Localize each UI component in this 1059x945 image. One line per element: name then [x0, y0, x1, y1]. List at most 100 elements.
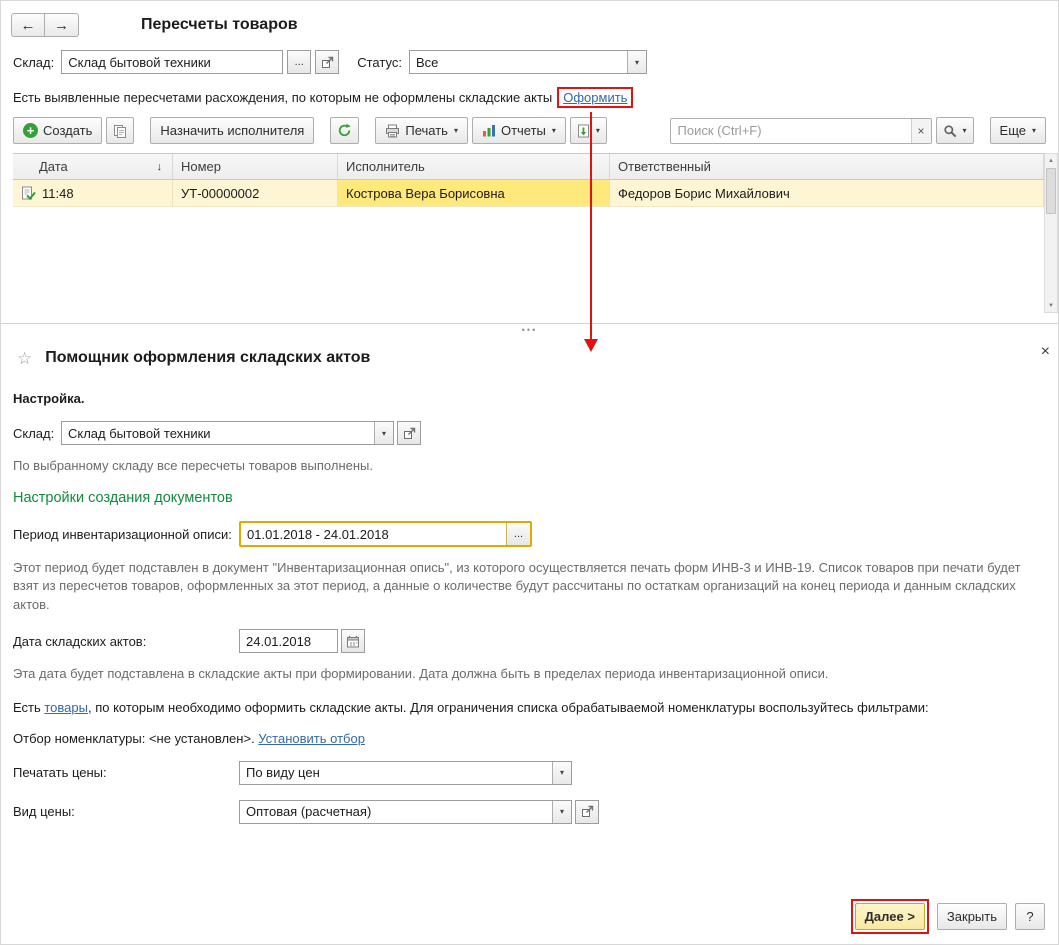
- nav-history-group: ← →: [11, 13, 79, 37]
- scroll-thumb[interactable]: [1046, 168, 1056, 214]
- cell-executor[interactable]: Кострова Вера Борисовна: [338, 180, 610, 206]
- oformit-link[interactable]: Оформить: [563, 90, 627, 105]
- search-box: ×: [669, 117, 932, 144]
- reports-label: Отчеты: [500, 123, 546, 138]
- search-icon: [943, 124, 956, 137]
- printer-icon: [386, 124, 400, 137]
- warehouse-open-button[interactable]: [315, 50, 340, 74]
- scroll-up-icon[interactable]: ▲: [1045, 154, 1057, 167]
- chevron-down-icon: ▾: [551, 126, 556, 135]
- chevron-down-icon: ▾: [453, 126, 458, 135]
- status-filter-select[interactable]: Все ▾: [408, 50, 647, 74]
- cell-number[interactable]: УТ-00000002: [173, 180, 338, 206]
- wizard-body: Настройка. Склад: Склад бытовой техники …: [1, 391, 1058, 824]
- price-kind-open-button[interactable]: [575, 799, 599, 824]
- warehouse-filter-value: Склад бытовой техники: [68, 54, 211, 70]
- back-button[interactable]: ←: [11, 13, 45, 37]
- period-input[interactable]: 01.01.2018 - 24.01.2018: [241, 523, 506, 545]
- period-note: Этот период будет подставлен в документ …: [13, 560, 1021, 612]
- wizard-warehouse-select[interactable]: Склад бытовой техники ▾: [61, 421, 394, 445]
- calendar-icon: [347, 635, 359, 648]
- wizard-warehouse-row: Склад: Склад бытовой техники ▾: [13, 421, 1046, 445]
- acts-date-input[interactable]: 24.01.2018: [239, 629, 338, 654]
- print-prices-label: Печатать цены:: [13, 765, 107, 781]
- open-icon: [321, 56, 333, 68]
- print-sets-button[interactable]: ▾: [569, 117, 607, 144]
- more-button[interactable]: Еще ▾: [989, 117, 1046, 144]
- reports-button[interactable]: Отчеты ▾: [471, 117, 566, 144]
- table-scrollbar[interactable]: ▲ ▼: [1044, 153, 1058, 313]
- table-row[interactable]: 11:48 УТ-00000002 Кострова Вера Борисовн…: [13, 180, 1044, 207]
- selection-line: Отбор номенклатуры: <не установлен>. Уст…: [13, 731, 1046, 746]
- next-button[interactable]: Далее >: [854, 903, 925, 930]
- print-label: Печать: [405, 123, 448, 138]
- refresh-icon: [339, 123, 352, 137]
- chevron-down-icon[interactable]: ▾: [552, 761, 571, 784]
- close-icon[interactable]: ×: [1041, 344, 1050, 360]
- cell-date[interactable]: 11:48: [13, 180, 173, 206]
- assign-executor-button[interactable]: Назначить исполнителя: [150, 117, 315, 144]
- print-prices-value: По виду цен: [246, 765, 320, 781]
- sort-desc-icon: ↓: [156, 160, 163, 173]
- wizard-title: Помощник оформления складских актов: [45, 349, 371, 366]
- print-prices-row: Печатать цены: По виду цен ▾: [13, 760, 1046, 785]
- list-toolbar: + Создать Назначить исполнителя Печать ▾: [1, 117, 1058, 144]
- clear-search-button[interactable]: ×: [910, 118, 931, 143]
- window-splitter[interactable]: •••: [1, 323, 1058, 336]
- search-input[interactable]: [669, 117, 932, 144]
- acts-wizard-window: ☆ Помощник оформления складских актов × …: [1, 336, 1058, 944]
- copy-button[interactable]: [106, 117, 135, 144]
- wizard-warehouse-value: Склад бытовой техники: [68, 425, 211, 441]
- cell-responsible[interactable]: Федоров Борис Михайлович: [610, 180, 1044, 206]
- annotation-box-oformit: Оформить: [557, 87, 634, 108]
- column-header-number[interactable]: Номер: [173, 154, 338, 179]
- goods-link[interactable]: товары: [44, 700, 88, 715]
- period-ellipsis-button[interactable]: ...: [506, 523, 530, 545]
- column-header-executor[interactable]: Исполнитель: [338, 154, 610, 179]
- acts-date-calendar-button[interactable]: [341, 629, 365, 654]
- price-kind-label: Вид цены:: [13, 804, 75, 820]
- search-button[interactable]: ▾: [935, 117, 974, 144]
- print-prices-select[interactable]: По виду цен ▾: [239, 760, 572, 785]
- refresh-button[interactable]: [330, 117, 360, 144]
- recounts-list-window: ← → Пересчеты товаров Склад: Склад бытов…: [1, 1, 1058, 323]
- more-label: Еще: [999, 123, 1026, 138]
- column-header-responsible[interactable]: Ответственный: [610, 154, 1044, 179]
- chevron-down-icon: ▾: [962, 126, 967, 135]
- price-kind-select[interactable]: Оптовая (расчетная) ▾: [239, 799, 572, 824]
- filter-row: Склад: Склад бытовой техники ... Статус:…: [1, 50, 1058, 74]
- print-button[interactable]: Печать ▾: [375, 117, 468, 144]
- help-button[interactable]: ?: [1015, 903, 1045, 930]
- acts-date-label: Дата складских актов:: [13, 633, 147, 649]
- wizard-warehouse-open-button[interactable]: [397, 421, 421, 445]
- header-row: ← → Пересчеты товаров: [1, 13, 1058, 37]
- column-header-date[interactable]: Дата ↓: [13, 154, 173, 179]
- open-icon: [581, 806, 593, 818]
- close-button[interactable]: Закрыть: [936, 903, 1007, 930]
- open-icon: [403, 427, 415, 439]
- scroll-down-icon[interactable]: ▼: [1045, 299, 1057, 312]
- notice-text: Есть выявленные пересчетами расхождения,…: [13, 90, 553, 105]
- recounts-table: Дата ↓ Номер Исполнитель Ответственный 1…: [13, 153, 1058, 313]
- price-kind-value: Оптовая (расчетная): [246, 804, 372, 820]
- period-highlight: 01.01.2018 - 24.01.2018 ...: [239, 521, 532, 547]
- goods-line: Есть товары, по которым необходимо оформ…: [13, 699, 929, 715]
- chevron-down-icon[interactable]: ▾: [552, 800, 571, 823]
- warehouse-note: По выбранному складу все пересчеты товар…: [13, 458, 374, 473]
- price-kind-row: Вид цены: Оптовая (расчетная) ▾: [13, 799, 1046, 824]
- create-button[interactable]: + Создать: [13, 117, 103, 144]
- chevron-down-icon[interactable]: ▾: [374, 422, 393, 444]
- forward-button[interactable]: →: [45, 13, 79, 37]
- document-check-icon: [22, 186, 36, 200]
- warehouse-filter-field[interactable]: Склад бытовой техники: [61, 50, 284, 74]
- chevron-down-icon[interactable]: ▾: [626, 51, 646, 73]
- notice-row: Есть выявленные пересчетами расхождения,…: [1, 87, 1058, 108]
- page-title: Пересчеты товаров: [141, 16, 298, 33]
- wizard-warehouse-label: Склад:: [13, 425, 55, 441]
- warehouse-ellipsis-button[interactable]: ...: [287, 50, 312, 74]
- favorite-star-icon[interactable]: ☆: [17, 350, 32, 367]
- set-selection-link[interactable]: Установить отбор: [258, 731, 365, 746]
- add-icon: +: [23, 123, 38, 138]
- create-label: Создать: [43, 123, 93, 138]
- bar-chart-icon: [482, 125, 495, 137]
